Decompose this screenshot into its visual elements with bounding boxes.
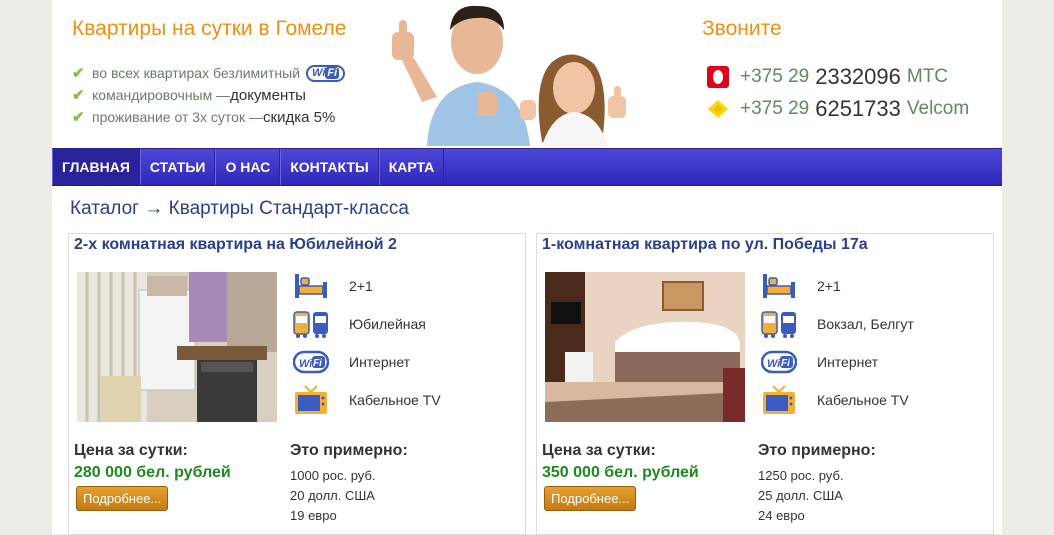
approx-label: Это примерно: [290, 442, 408, 459]
rooms-value: 2+1 [817, 278, 841, 294]
listing-title[interactable]: 1-комнатная квартира по ул. Победы 17а [542, 236, 868, 254]
internet-value: Интернет [349, 354, 411, 370]
tv-value: Кабельное TV [817, 392, 909, 408]
listing-title[interactable]: 2-х комнатная квартира на Юбилейной 2 [74, 236, 397, 254]
amenity-internet: Wi Fi Интернет [761, 346, 878, 378]
price-value: 350 000 бел. рублей [542, 464, 699, 481]
listing-card: 1-комнатная квартира по ул. Победы 17а 2… [536, 233, 994, 535]
approx-rub: 1000 рос. руб. [290, 468, 376, 483]
internet-value: Интернет [817, 354, 879, 370]
nav-item-contacts[interactable]: КОНТАКТЫ [280, 149, 379, 185]
nav-item-map[interactable]: КАРТА [378, 149, 445, 185]
feature-item: ✔ проживание от 3х суток — скидка 5% [72, 106, 345, 128]
feature-text: во всех квартирах безлимитный [92, 65, 301, 81]
approx-label: Это примерно: [758, 442, 876, 459]
main-nav: ГЛАВНАЯ СТАТЬИ О НАС КОНТАКТЫ КАРТА [52, 148, 1002, 186]
approx-eur: 19 евро [290, 508, 337, 523]
bed-icon [295, 274, 327, 298]
apartment-photo[interactable] [77, 272, 277, 422]
approx-rub: 1250 рос. руб. [758, 468, 844, 483]
svg-text:Wi: Wi [767, 358, 781, 370]
more-button[interactable]: Подробнее... [544, 486, 637, 511]
check-icon: ✔ [72, 87, 85, 104]
price-value: 280 000 бел. рублей [74, 464, 231, 481]
nav-item-about[interactable]: О НАС [215, 149, 281, 185]
feature-highlight: скидка 5% [263, 108, 336, 126]
more-button[interactable]: Подробнее... [76, 486, 169, 511]
nav-item-home[interactable]: ГЛАВНАЯ [52, 149, 140, 185]
location-value: Вокзал, Белгут [817, 316, 914, 332]
operator-name: Velcom [906, 98, 970, 119]
approx-usd: 20 долл. США [290, 488, 375, 503]
wifi-icon: Wi Fi [306, 64, 346, 82]
site-title: Квартиры на сутки в Гомеле [72, 17, 347, 40]
price-label: Цена за сутки: [542, 442, 656, 459]
velcom-icon [708, 100, 728, 118]
svg-text:Fi: Fi [313, 358, 322, 369]
breadcrumb[interactable]: Каталог → Квартиры Стандарт-класса [70, 198, 409, 220]
rooms-value: 2+1 [349, 278, 373, 294]
amenity-tv: Кабельное TV [761, 384, 909, 416]
happy-couple-image [392, 5, 626, 146]
feature-item: ✔ командировочным — документы [72, 84, 345, 106]
tv-icon [763, 385, 795, 414]
amenity-rooms: 2+1 [293, 270, 373, 302]
phone-number: 2332096 [815, 64, 901, 89]
phone-mts[interactable]: +375 29 2332096 МТС [706, 64, 948, 90]
operator-name: МТС [906, 66, 949, 87]
amenity-rooms: 2+1 [761, 270, 841, 302]
bed-icon [763, 274, 795, 298]
apartment-photo[interactable] [545, 272, 745, 422]
phone-prefix: +375 29 [740, 66, 810, 87]
check-icon: ✔ [72, 65, 85, 82]
wifi-icon: Wi Fi [761, 350, 797, 374]
svg-text:Wi: Wi [299, 358, 313, 370]
page: Квартиры на сутки в Гомеле ✔ во всех ква… [52, 0, 1002, 535]
mts-icon [707, 66, 729, 88]
tv-value: Кабельное TV [349, 392, 441, 408]
approx-usd: 25 долл. США [758, 488, 843, 503]
feature-text: проживание от 3х суток — [92, 109, 263, 125]
nav-item-articles[interactable]: СТАТЬИ [139, 149, 216, 185]
location-value: Юбилейная [349, 316, 426, 332]
amenity-tv: Кабельное TV [293, 384, 441, 416]
phone-number: 6251733 [815, 96, 901, 121]
amenity-location: Вокзал, Белгут [761, 308, 914, 340]
phone-prefix: +375 29 [740, 98, 810, 119]
amenity-location: Юбилейная [293, 308, 426, 340]
approx-eur: 24 евро [758, 508, 805, 523]
tv-icon [295, 385, 327, 414]
amenity-internet: Wi Fi Интернет [293, 346, 410, 378]
listing-card: 2-х комнатная квартира на Юбилейной 2 2+… [68, 233, 526, 535]
feature-highlight: документы [230, 86, 306, 104]
feature-item: ✔ во всех квартирах безлимитный Wi Fi [72, 62, 346, 84]
bus-icon [293, 311, 328, 338]
wifi-icon: Wi Fi [293, 350, 329, 374]
check-icon: ✔ [72, 109, 85, 126]
feature-list: ✔ во всех квартирах безлимитный Wi Fi ✔ к… [72, 62, 346, 128]
feature-text: командировочным — [92, 87, 231, 103]
call-title: Звоните [702, 17, 782, 40]
svg-text:Fi: Fi [781, 358, 790, 369]
phone-velcom[interactable]: +375 29 6251733 Velcom [706, 96, 969, 122]
price-label: Цена за сутки: [74, 442, 188, 459]
bus-icon [761, 311, 796, 338]
